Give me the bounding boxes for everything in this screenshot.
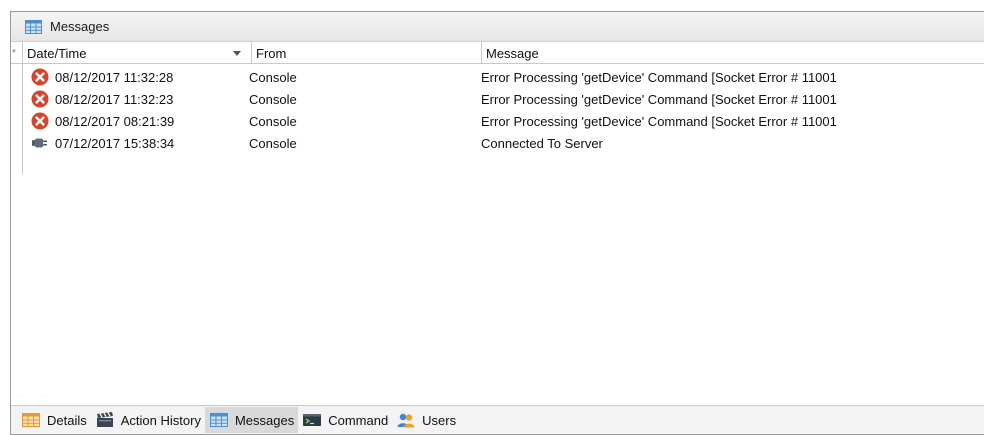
tab-users[interactable]: Users	[392, 407, 460, 433]
from-cell: Console	[249, 113, 297, 129]
panel-titlebar: Messages	[11, 12, 984, 42]
messages-grid[interactable]: * Date/Time From Message 08/12/2017 11:3…	[11, 42, 984, 405]
error-icon	[31, 68, 49, 86]
panel-title: Messages	[50, 19, 110, 34]
bottom-tab-bar: Details Action History Messages Command …	[11, 405, 984, 434]
datetime-text: 08/12/2017 11:32:23	[55, 91, 174, 107]
from-cell: Console	[249, 91, 297, 107]
datetime-text: 08/12/2017 08:21:39	[55, 113, 175, 129]
column-header-label: From	[256, 45, 287, 61]
tab-label: Messages	[234, 412, 295, 428]
tab-action-history[interactable]: Action History	[91, 407, 205, 433]
clapperboard-icon	[96, 412, 113, 427]
table-row[interactable]: 08/12/2017 08:21:39 Console Error Proces…	[23, 110, 984, 132]
messages-panel: Messages * Date/Time From Message 08/12/…	[10, 11, 984, 435]
message-cell: Connected To Server	[481, 135, 603, 151]
users-icon	[397, 413, 415, 428]
sort-descending-icon[interactable]	[233, 51, 241, 56]
datetime-text: 08/12/2017 11:32:28	[55, 69, 174, 85]
error-icon	[31, 112, 49, 130]
datetime-cell: 07/12/2017 15:38:34	[31, 132, 251, 154]
grid-icon	[25, 19, 42, 34]
tab-label: Users	[422, 412, 457, 428]
table-row[interactable]: 08/12/2017 11:32:23 Console Error Proces…	[23, 88, 984, 110]
tab-messages[interactable]: Messages	[204, 407, 299, 433]
column-header-label: Message	[486, 45, 539, 61]
column-header-label: Date/Time	[27, 45, 87, 61]
tab-label: Command	[328, 412, 389, 428]
terminal-icon	[303, 414, 322, 426]
grid-header: * Date/Time From Message	[11, 42, 984, 64]
tab-label: Action History	[120, 412, 201, 428]
error-icon	[31, 90, 49, 108]
row-indicator-gutter	[11, 64, 23, 174]
table-row[interactable]: 07/12/2017 15:38:34 Console Connected To…	[23, 132, 984, 154]
from-cell: Console	[249, 69, 297, 85]
tab-command[interactable]: Command	[298, 407, 392, 433]
tab-details[interactable]: Details	[17, 407, 91, 433]
tab-label: Details	[47, 412, 87, 428]
column-header-from[interactable]: From	[252, 42, 482, 64]
column-header-message[interactable]: Message	[482, 42, 984, 64]
datetime-text: 07/12/2017 15:38:34	[55, 135, 175, 151]
grid-icon	[22, 413, 40, 427]
new-row-indicator[interactable]: *	[11, 42, 23, 64]
column-header-datetime[interactable]: Date/Time	[23, 42, 252, 64]
datetime-cell: 08/12/2017 08:21:39	[31, 110, 251, 132]
message-cell: Error Processing 'getDevice' Command [So…	[481, 91, 837, 107]
message-cell: Error Processing 'getDevice' Command [So…	[481, 113, 837, 129]
datetime-cell: 08/12/2017 11:32:23	[31, 88, 251, 110]
grid-icon	[209, 413, 228, 427]
table-row[interactable]: 08/12/2017 11:32:28 Console Error Proces…	[23, 66, 984, 88]
from-cell: Console	[249, 135, 297, 151]
message-cell: Error Processing 'getDevice' Command [So…	[481, 69, 837, 85]
datetime-cell: 08/12/2017 11:32:28	[31, 66, 251, 88]
plug-icon	[32, 138, 47, 148]
